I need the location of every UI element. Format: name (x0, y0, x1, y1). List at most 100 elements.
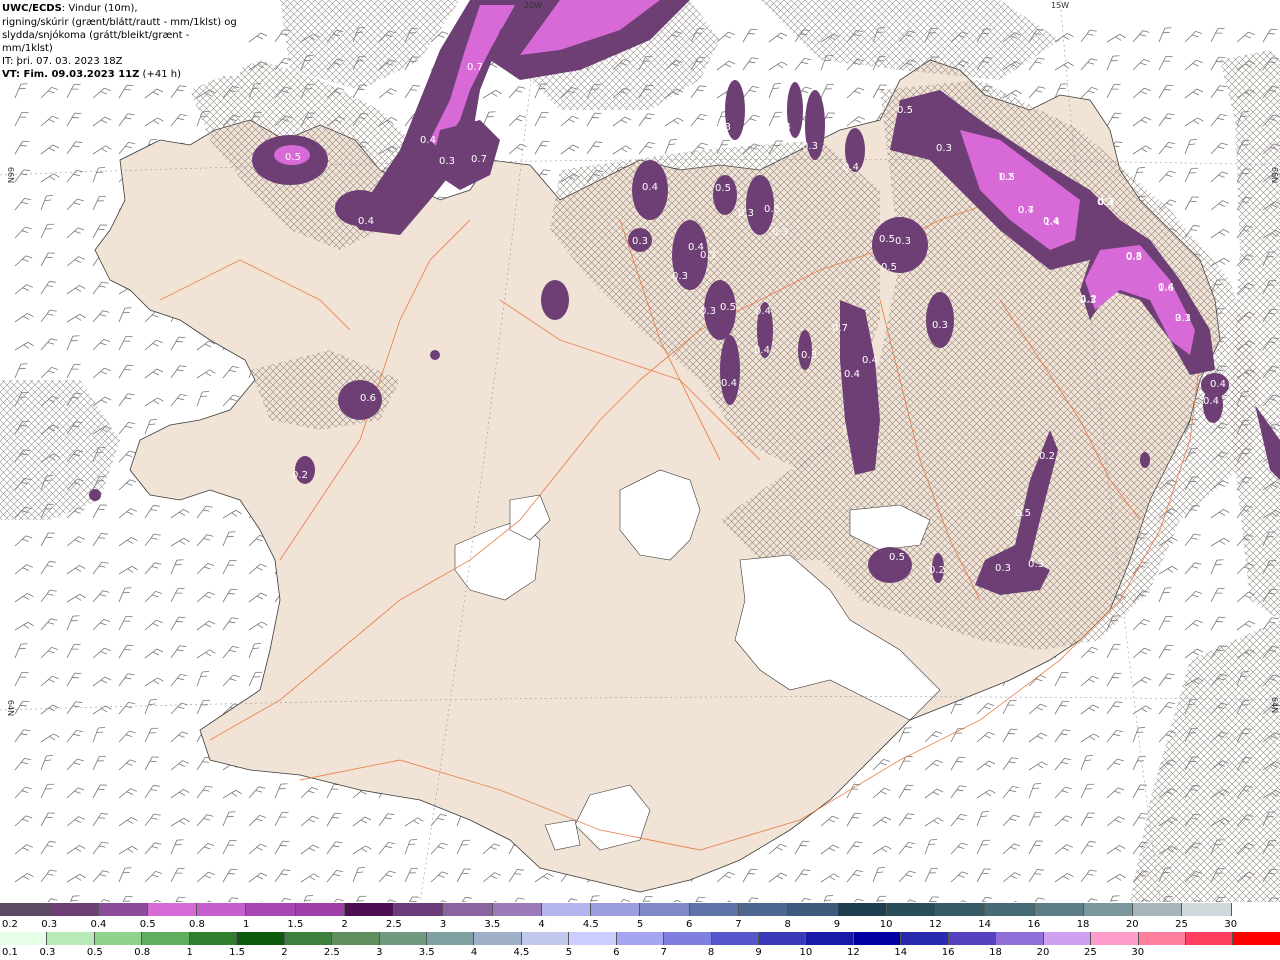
wind-barb (690, 111, 708, 131)
wind-barb (1106, 110, 1122, 130)
wind-barb (326, 838, 343, 858)
colorbar-label: 3 (439, 919, 447, 930)
wind-barb (1210, 198, 1230, 216)
wind-barb (170, 865, 185, 886)
wind-barb (846, 896, 865, 902)
colorbar-label: 0.2 (2, 919, 18, 930)
wind-barb (1184, 588, 1203, 607)
wind-barb (950, 754, 966, 774)
wind-barb (976, 865, 992, 886)
wind-barb (768, 841, 787, 859)
wind-barb (1158, 168, 1177, 187)
wind-barb (300, 784, 319, 803)
wind-barb (118, 390, 135, 410)
colorbar-label: 4 (470, 947, 478, 958)
wind-barb (326, 810, 342, 830)
wind-barb (66, 893, 80, 902)
precip-value-label: 0.4 (775, 122, 791, 133)
wind-barb (196, 812, 214, 831)
wind-barb (1158, 53, 1173, 74)
snow-area-north-east-sea (760, 0, 1060, 80)
wind-barb (92, 588, 110, 607)
wind-barb (144, 725, 159, 745)
wind-barb (560, 896, 578, 902)
colorbar-cell (1233, 932, 1280, 945)
wind-barb (92, 559, 110, 579)
wind-barb (92, 164, 106, 185)
wind-barb (92, 193, 107, 213)
wind-barb (924, 836, 938, 857)
wind-barb (1210, 111, 1228, 131)
wind-barb (820, 842, 840, 860)
wind-barb (66, 138, 83, 158)
wind-barb (820, 871, 840, 888)
wind-barb (248, 870, 268, 888)
colorbar-label: 0.8 (134, 947, 151, 958)
wind-barb (14, 842, 34, 860)
wind-barb (170, 334, 186, 354)
precip-value-label: 0.4 (358, 216, 374, 227)
wind-barb (898, 782, 914, 802)
wind-barb (66, 756, 85, 775)
wind-barb (14, 591, 34, 608)
wind-barb (248, 841, 267, 859)
wind-barb (1002, 870, 1022, 888)
wind-barb (92, 810, 109, 830)
colorbar-cell (1091, 932, 1139, 945)
wind-barb (612, 143, 632, 160)
wind-barb (1132, 143, 1152, 160)
wind-barb (1028, 730, 1048, 748)
colorbar-cell (284, 932, 333, 945)
wind-barb (66, 563, 86, 580)
lat-label-66n-left: 66N (6, 167, 15, 183)
wind-barb (1028, 759, 1048, 776)
wind-barb (1054, 871, 1074, 888)
wind-barb (40, 838, 57, 858)
wind-barb (248, 619, 268, 636)
colorbar-label: 12 (929, 919, 942, 930)
wind-barb (196, 697, 211, 717)
colorbar-label: 18 (989, 947, 1002, 958)
wind-barb (248, 640, 262, 661)
wind-barb (222, 508, 242, 524)
wind-barb (1132, 114, 1152, 132)
colorbar-label: 12 (846, 947, 860, 958)
colorbar-label: 3.5 (484, 919, 501, 930)
wind-barb (66, 81, 81, 102)
colorbar-cell (901, 932, 949, 945)
wind-barb (92, 645, 111, 663)
wind-barb (1184, 531, 1202, 551)
wind-barb (1158, 564, 1178, 580)
wind-barb (92, 703, 112, 720)
wind-barb (1002, 783, 1020, 803)
wind-barb (118, 757, 137, 775)
precip-value-label: 1.2 (998, 172, 1014, 183)
wind-barb (118, 585, 132, 605)
wind-barb (950, 811, 968, 831)
wind-barb (846, 838, 863, 858)
wind-barb (534, 900, 554, 902)
colorbar-label: 1 (242, 919, 250, 930)
wind-barb (144, 115, 164, 132)
wind-barb (66, 167, 84, 187)
wind-barb (1106, 756, 1125, 775)
wind-barb (14, 533, 33, 551)
wind-barb (1158, 110, 1175, 130)
wind-barb (196, 532, 214, 551)
wind-barb (872, 814, 892, 832)
wind-barb (846, 85, 865, 103)
precip-value-label: 0.4 (862, 355, 878, 366)
wind-barb (40, 781, 55, 801)
precip-value-label: 0.5 (897, 105, 913, 116)
wind-barb (118, 110, 135, 130)
wind-barb (92, 868, 110, 887)
snow-area-southeast-sea (1130, 620, 1280, 902)
precip-value-label: 0.3 (700, 306, 716, 317)
wind-barb (1080, 644, 1099, 663)
wind-barb (170, 787, 190, 804)
wind-barb (326, 867, 344, 887)
precip-value-label: 0.4 (721, 378, 737, 389)
precip-value-label: 0.3 (772, 227, 788, 238)
colorbar-label: 0.1 (2, 947, 18, 958)
wind-barb (716, 869, 735, 887)
